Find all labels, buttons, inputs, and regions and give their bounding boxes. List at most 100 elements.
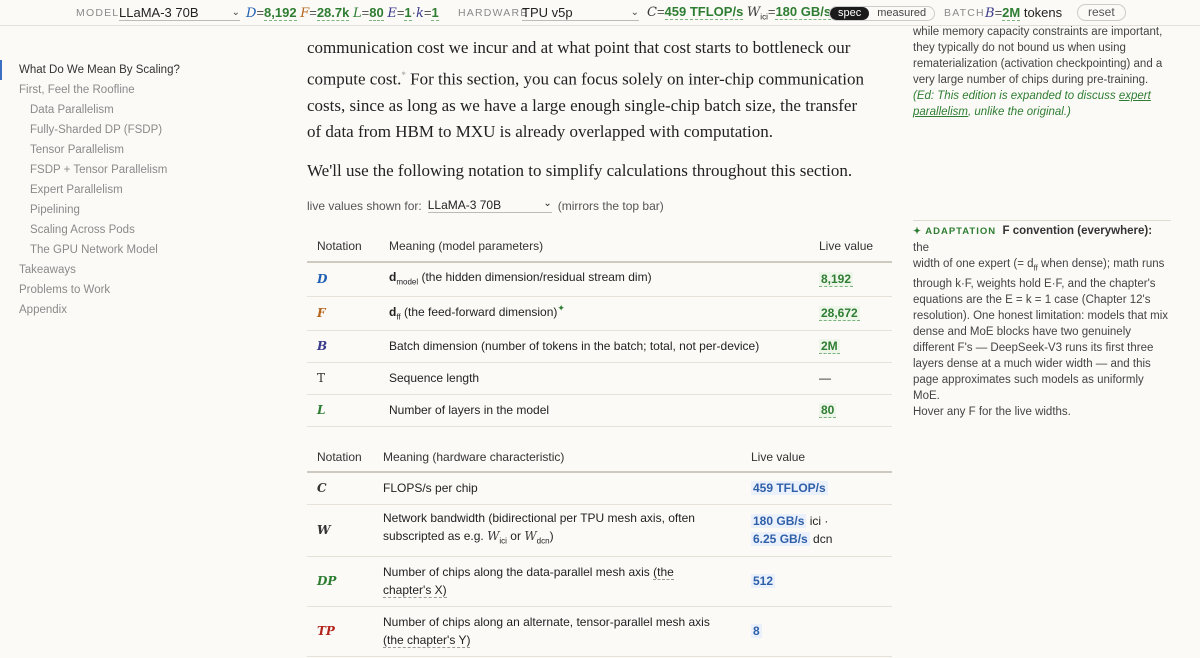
chapter-axis-link[interactable]: (the chapter's Y) — [383, 633, 471, 648]
model-notation-table: Notation Meaning (model parameters) Live… — [307, 230, 892, 427]
live-value-dp[interactable]: 512 — [751, 574, 776, 588]
meaning-text: Number of chips along an alternate, tens… — [383, 606, 751, 657]
meaning-text: FLOPS/s per chip — [383, 472, 751, 505]
prose-line: of data from HBM to MXU is already overl… — [307, 122, 773, 142]
live-value-d[interactable]: 8,192 — [819, 272, 854, 288]
sidebar-item[interactable]: What Do We Mean By Scaling? — [0, 60, 220, 80]
adaptation-text: resolution). One honest limitation: mode… — [913, 310, 1169, 323]
column-header: Notation — [307, 230, 389, 263]
meaning-line: Number of chips along an alternate, tens… — [383, 615, 710, 629]
sidebar-item[interactable]: Pipelining — [0, 200, 220, 220]
table-row: T Sequence length — — [307, 362, 892, 395]
live-values-select[interactable]: LLaMA-3 70B ⌄ — [427, 198, 552, 213]
live-values-label: live values shown for: — [307, 198, 422, 213]
sidebar-item[interactable]: Appendix — [0, 300, 220, 320]
live-values-row: live values shown for: LLaMA-3 70B ⌄ (mi… — [307, 198, 664, 213]
live-value-l[interactable]: 80 — [819, 403, 837, 418]
margin-note-line: while memory capacity constraints are im… — [913, 26, 1163, 38]
notation-t: T — [317, 371, 326, 385]
sidebar-item[interactable]: Problems to Work — [0, 280, 220, 300]
adaptation-text: page approximates such models as uniform… — [913, 374, 1144, 403]
hardware-select[interactable]: TPU v5p ⌄ — [522, 5, 639, 21]
meaning-text: Sequence length — [389, 362, 819, 395]
live-value-suffix: dcn — [809, 532, 833, 546]
hw-w-value[interactable]: 180 GB/s — [775, 3, 832, 20]
table-row: W Network bandwidth (bidirectional per T… — [307, 504, 892, 557]
table-row: C FLOPS/s per chip 459 TFLOP/s — [307, 472, 892, 505]
hw-c-symbol: C — [647, 4, 657, 20]
live-value-w-dcn[interactable]: 6.25 GB/s — [751, 532, 810, 546]
table-row: TP Number of chips along an alternate, t… — [307, 606, 892, 657]
notation-c[interactable]: C — [317, 481, 327, 495]
sidebar-item[interactable]: Scaling Across Pods — [0, 220, 220, 240]
column-header: Notation — [307, 442, 383, 473]
sidebar-item[interactable]: FSDP + Tensor Parallelism — [0, 160, 220, 180]
batch-symbol: B — [985, 5, 995, 21]
live-values-select-value: LLaMA-3 70B — [427, 198, 502, 212]
model-select[interactable]: LLaMA-3 70B ⌄ — [119, 5, 240, 21]
sidebar-item[interactable]: First, Feel the Roofline — [0, 80, 220, 100]
sidebar-item[interactable]: Takeaways — [0, 260, 220, 280]
param-d-symbol: D — [246, 5, 257, 21]
live-value-c[interactable]: 459 TFLOP/s — [751, 481, 828, 496]
expert-parallelism-link[interactable]: parallelism — [913, 106, 968, 118]
live-value-t: — — [819, 371, 831, 385]
batch-unit: tokens — [1023, 4, 1063, 20]
live-value-tp[interactable]: 8 — [751, 624, 762, 638]
param-l-value[interactable]: 80 — [369, 4, 384, 21]
hw-c-value[interactable]: 459 TFLOP/s — [664, 3, 744, 20]
adaptation-text: equations are the E = k = 1 case (Chapte… — [913, 294, 1151, 307]
sidebar-item[interactable]: Fully-Sharded DP (FSDP) — [0, 120, 220, 140]
sidebar-item[interactable]: The GPU Network Model — [0, 240, 220, 260]
editor-note-text: (Ed: This edition is expanded to discuss — [913, 90, 1119, 102]
notation-dp[interactable]: DP — [317, 574, 336, 588]
param-f-value[interactable]: 28.7k — [316, 4, 350, 21]
hardware-params: C=459 TFLOP/s Wici=180 GB/s — [647, 3, 832, 22]
w-symbol: W — [487, 529, 500, 544]
notation-d[interactable]: D — [317, 272, 327, 286]
meaning-line: subscripted as e.g. — [383, 529, 488, 544]
table-row: B Batch dimension (number of tokens in t… — [307, 330, 892, 363]
prose-line: costs, since as long as we have a large … — [307, 95, 858, 115]
table-row: DP Number of chips along the data-parall… — [307, 556, 892, 607]
chapter-axis-link[interactable]: chapter's X) — [383, 583, 447, 598]
hardware-select-value: TPU v5p — [522, 4, 573, 20]
adaptation-marker-icon[interactable]: ✦ — [557, 303, 565, 313]
margin-note-line: very large number of chips during pre-tr… — [913, 74, 1149, 86]
notation-tp[interactable]: TP — [317, 624, 335, 638]
sidebar-item[interactable]: Expert Parallelism — [0, 180, 220, 200]
live-value-w-ici[interactable]: 180 GB/s — [751, 514, 807, 528]
notation-b[interactable]: B — [317, 339, 327, 353]
live-value-b[interactable]: 2M — [819, 339, 840, 354]
notation-f[interactable]: F — [317, 306, 326, 320]
notation-l[interactable]: L — [317, 403, 325, 417]
reset-button[interactable]: reset — [1077, 4, 1126, 21]
param-k-value[interactable]: 1 — [431, 4, 439, 21]
spec-measured-toggle[interactable]: spec measured — [829, 6, 936, 21]
hw-w-symbol: W — [746, 4, 761, 20]
adaptation-text: through k·F, weights hold E·F, and the c… — [913, 278, 1156, 291]
param-d-value[interactable]: 8,192 — [264, 4, 297, 21]
hw-w-subscript: ici — [760, 12, 768, 22]
column-header: Live value — [751, 442, 892, 473]
adaptation-title: F convention (everywhere): — [1002, 225, 1153, 237]
param-e-value[interactable]: 1 — [404, 4, 412, 21]
table-header-row: Notation Meaning (hardware characteristi… — [307, 442, 892, 473]
toggle-measured[interactable]: measured — [869, 7, 934, 20]
sidebar-toc: What Do We Mean By Scaling? First, Feel t… — [0, 60, 220, 320]
batch-value[interactable]: 2M — [1002, 4, 1021, 21]
toggle-spec[interactable]: spec — [830, 7, 870, 20]
meaning-line: ) — [549, 529, 554, 544]
sidebar-item[interactable]: Tensor Parallelism — [0, 140, 220, 160]
live-value-suffix: ici · — [806, 514, 829, 528]
notation-w[interactable]: W — [317, 523, 330, 537]
table-row: L Number of layers in the model 80 — [307, 394, 892, 427]
expert-parallelism-link[interactable]: expert — [1119, 90, 1151, 102]
sidebar-item[interactable]: Data Parallelism — [0, 100, 220, 120]
chapter-axis-link[interactable]: (the — [653, 565, 674, 580]
live-value-f[interactable]: 28,672 — [819, 306, 860, 321]
adaptation-text: width of one expert (= d — [913, 258, 1034, 270]
chevron-down-icon: ⌄ — [231, 6, 240, 18]
prose-line: compute cost. — [307, 69, 402, 89]
adaptation-note: ✦ ADAPTATION F convention (everywhere): … — [913, 220, 1171, 420]
